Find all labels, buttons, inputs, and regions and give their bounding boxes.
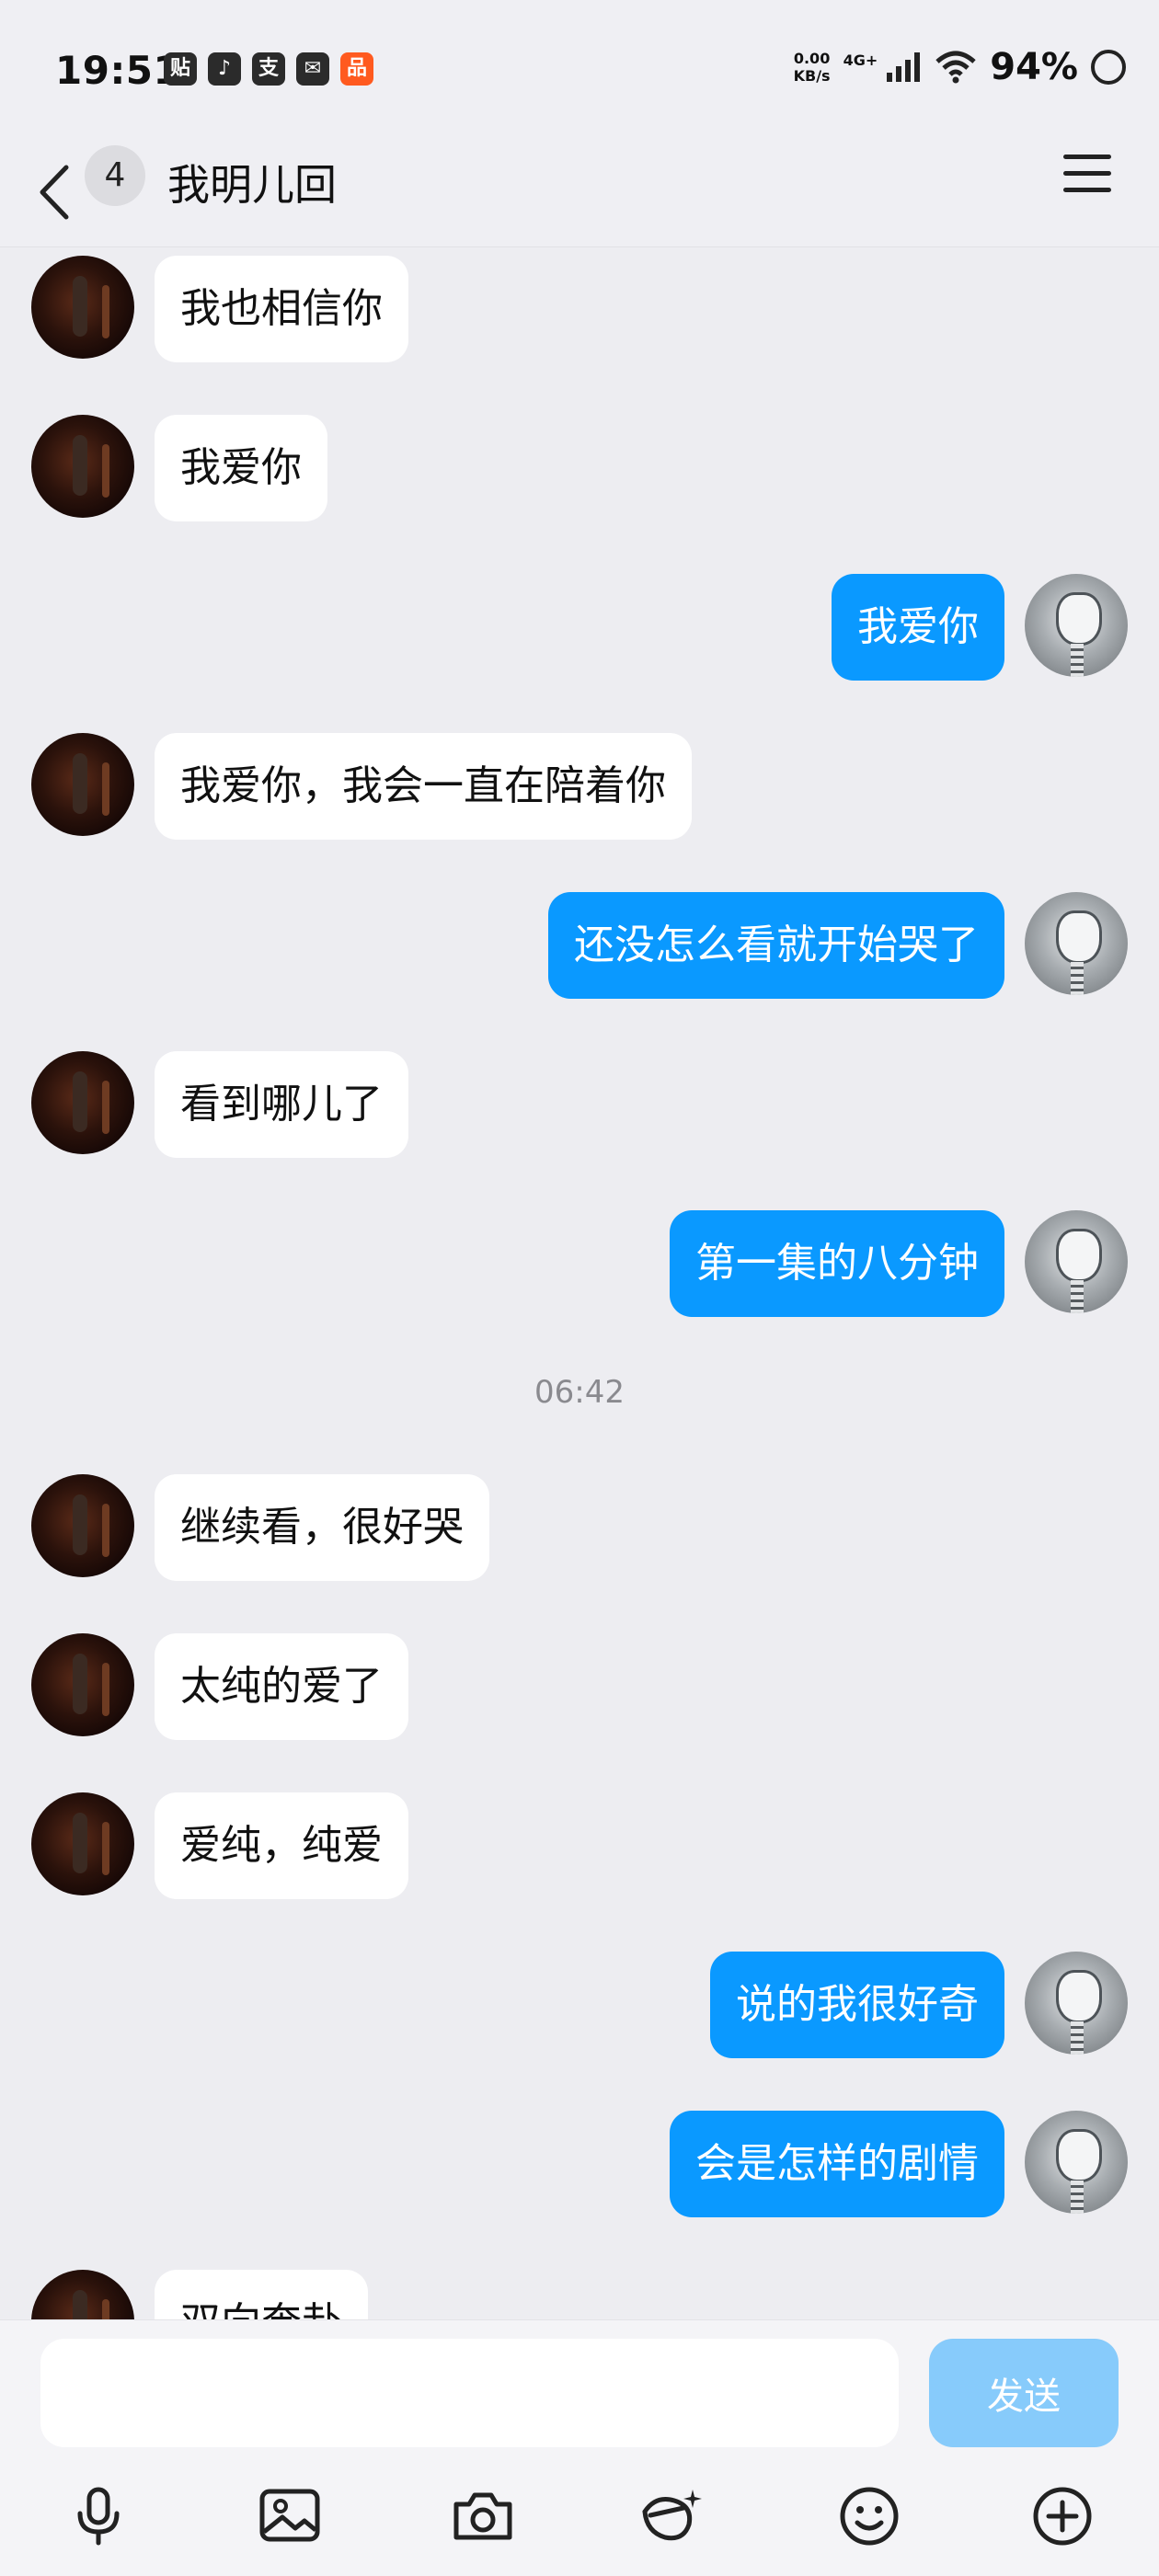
sticker-icon[interactable] — [631, 2475, 714, 2558]
my-avatar[interactable] — [1025, 574, 1128, 677]
contact-avatar[interactable] — [31, 256, 134, 359]
wechat-app-icon: ✉ — [296, 52, 329, 86]
taobao-app-icon: 品 — [340, 52, 373, 86]
menu-icon-line — [1063, 188, 1111, 192]
message-bubble-received[interactable]: 太纯的爱了 — [155, 1633, 408, 1740]
my-avatar[interactable] — [1025, 892, 1128, 995]
message-bubble-received[interactable]: 我爱你，我会一直在陪着你 — [155, 733, 692, 840]
back-button[interactable] — [33, 151, 79, 234]
signal-icon — [887, 52, 921, 82]
message-row: 第一集的八分钟 — [0, 1201, 1159, 1321]
contact-avatar[interactable] — [31, 1474, 134, 1577]
my-avatar[interactable] — [1025, 1952, 1128, 2055]
network-speed: 0.00 KB/s — [794, 50, 831, 85]
message-list[interactable]: 我也相信你 我爱你 我爱你 我爱你，我会一直在陪着你 还没怎么看就开始哭了 看到… — [0, 246, 1159, 2319]
my-avatar[interactable] — [1025, 1210, 1128, 1313]
message-bubble-received[interactable]: 双向奔赴 — [155, 2270, 368, 2319]
status-bar: 19:51 贴 ♪ 支 ✉ 品 0.00 KB/s 4G+ 94% — [0, 0, 1159, 138]
message-bubble-sent[interactable]: 会是怎样的剧情 — [670, 2111, 1004, 2217]
alipay-app-icon: 支 — [252, 52, 285, 86]
message-row: 还没怎么看就开始哭了 — [0, 883, 1159, 1002]
battery-icon — [1091, 50, 1126, 85]
message-timestamp: 06:42 — [534, 1374, 625, 1411]
message-row: 说的我很好奇 — [0, 1942, 1159, 2062]
network-speed-value: 0.00 — [793, 50, 831, 67]
message-bubble-received[interactable]: 爱纯，纯爱 — [155, 1792, 408, 1899]
message-row: 我爱你 — [0, 406, 1159, 525]
message-bubble-received[interactable]: 我爱你 — [155, 415, 327, 521]
message-row: 太纯的爱了 — [0, 1624, 1159, 1744]
plus-icon[interactable] — [1021, 2475, 1104, 2558]
menu-button[interactable] — [1063, 155, 1113, 197]
message-row: 我爱你，我会一直在陪着你 — [0, 724, 1159, 843]
message-bubble-received[interactable]: 我也相信你 — [155, 256, 408, 362]
message-bubble-sent[interactable]: 说的我很好奇 — [710, 1952, 1004, 2058]
image-icon[interactable] — [248, 2475, 331, 2558]
contact-avatar[interactable] — [31, 2270, 134, 2319]
contact-avatar[interactable] — [31, 1792, 134, 1895]
message-row: 双向奔赴 — [0, 2261, 1159, 2319]
input-toolbar — [0, 2475, 1159, 2558]
camera-icon[interactable] — [442, 2475, 524, 2558]
contact-avatar[interactable] — [31, 1633, 134, 1736]
unread-count-badge[interactable]: 4 — [85, 145, 145, 206]
system-indicators: 0.00 KB/s 4G+ 94% — [794, 46, 1126, 88]
tieba-app-icon: 贴 — [164, 52, 197, 86]
emoji-icon[interactable] — [828, 2475, 911, 2558]
message-row: 我也相信你 — [0, 246, 1159, 366]
battery-percent: 94% — [990, 46, 1078, 88]
douyin-app-icon: ♪ — [208, 52, 241, 86]
menu-icon-line — [1063, 171, 1111, 176]
notification-icons: 贴 ♪ 支 ✉ 品 — [164, 52, 373, 86]
network-speed-unit: KB/s — [793, 67, 831, 85]
status-time: 19:51 — [55, 48, 181, 93]
message-row: 继续看，很好哭 — [0, 1465, 1159, 1585]
microphone-icon[interactable] — [57, 2475, 140, 2558]
message-row: 会是怎样的剧情 — [0, 2101, 1159, 2221]
contact-avatar[interactable] — [31, 415, 134, 518]
chevron-left-icon — [40, 165, 69, 220]
message-row: 爱纯，纯爱 — [0, 1783, 1159, 1903]
message-bubble-sent[interactable]: 第一集的八分钟 — [670, 1210, 1004, 1317]
message-bubble-received[interactable]: 看到哪儿了 — [155, 1051, 408, 1158]
send-button[interactable]: 发送 — [929, 2339, 1119, 2447]
wifi-icon — [935, 51, 976, 84]
menu-icon-line — [1063, 155, 1111, 159]
message-bubble-sent[interactable]: 还没怎么看就开始哭了 — [548, 892, 1004, 999]
message-bubble-sent[interactable]: 我爱你 — [832, 574, 1004, 681]
message-input[interactable] — [40, 2339, 899, 2447]
message-composer: 发送 — [0, 2319, 1159, 2576]
contact-avatar[interactable] — [31, 1051, 134, 1154]
message-row: 看到哪儿了 — [0, 1042, 1159, 1162]
network-type: 4G+ — [843, 51, 878, 69]
contact-avatar[interactable] — [31, 733, 134, 836]
message-bubble-received[interactable]: 继续看，很好哭 — [155, 1474, 489, 1581]
my-avatar[interactable] — [1025, 2111, 1128, 2214]
chat-title: 我明儿回 — [167, 160, 337, 210]
message-row: 我爱你 — [0, 565, 1159, 684]
